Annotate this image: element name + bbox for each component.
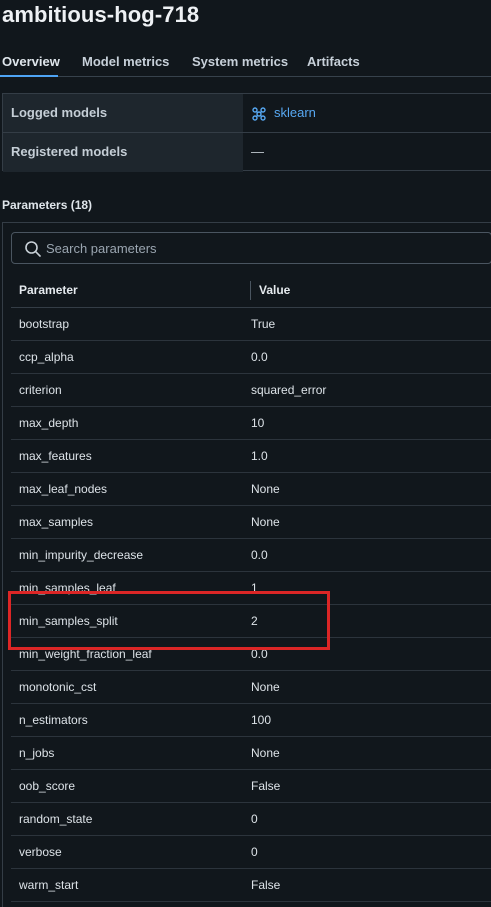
param-name: ccp_alpha (19, 350, 74, 364)
logged-model-name: sklearn (274, 105, 316, 120)
param-value: None (251, 746, 280, 760)
table-row: verbose 0 (11, 836, 491, 869)
table-row: ccp_alpha 0.0 (11, 341, 491, 374)
table-row: warm_start False (11, 869, 491, 902)
param-name: max_leaf_nodes (19, 482, 108, 496)
model-flavor-icon (252, 107, 266, 121)
param-value: 2 (251, 614, 258, 628)
active-tab-indicator (0, 75, 58, 77)
logged-models-label: Logged models (3, 94, 243, 132)
param-name: max_samples (19, 515, 94, 529)
column-header-parameter[interactable]: Parameter (19, 273, 78, 308)
logged-models-row: Logged models sklearn (3, 94, 491, 133)
tab-system-metrics[interactable]: System metrics (192, 54, 288, 69)
param-value: True (251, 317, 276, 331)
table-row: max_leaf_nodes None (11, 473, 491, 506)
param-name: verbose (19, 845, 62, 859)
param-value: None (251, 515, 280, 529)
param-name: warm_start (19, 878, 79, 892)
param-value: 100 (251, 713, 272, 727)
param-name: min_impurity_decrease (19, 548, 144, 562)
registered-models-label: Registered models (3, 133, 243, 172)
table-row: bootstrap True (11, 308, 491, 341)
table-header-row: Parameter Value (11, 273, 491, 308)
param-name: random_state (19, 812, 93, 826)
logged-models-value: sklearn (251, 94, 316, 132)
table-row: min_impurity_decrease 0.0 (11, 539, 491, 572)
parameter-search-input[interactable] (46, 233, 486, 263)
search-icon (25, 241, 41, 257)
tab-overview[interactable]: Overview (2, 54, 60, 69)
parameters-heading: Parameters (18) (2, 198, 93, 212)
table-row: n_estimators 100 (11, 704, 491, 737)
table-row: n_jobs None (11, 737, 491, 770)
parameters-table: Parameter Value bootstrap True ccp_alpha 0.… (11, 273, 491, 902)
column-header-value[interactable]: Value (259, 273, 290, 308)
table-row: random_state 0 (11, 803, 491, 836)
param-value: 0 (251, 845, 258, 859)
param-name: max_features (19, 449, 92, 463)
param-name: n_jobs (19, 746, 55, 760)
registered-models-value: — (251, 144, 264, 159)
param-value: squared_error (251, 383, 327, 397)
run-info-table: Logged models sklearn Registered models (2, 93, 491, 172)
param-name: max_depth (19, 416, 79, 430)
param-value: 0.0 (251, 350, 268, 364)
tab-artifacts[interactable]: Artifacts (307, 54, 360, 69)
param-value: False (251, 878, 281, 892)
registered-models-row: Registered models — (3, 133, 491, 172)
param-name: monotonic_cst (19, 680, 97, 694)
parameter-search-box (11, 232, 491, 264)
param-value: 0 (251, 812, 258, 826)
param-name: min_samples_leaf (19, 581, 116, 595)
param-name: n_estimators (19, 713, 88, 727)
table-row: criterion squared_error (11, 374, 491, 407)
table-row: max_samples None (11, 506, 491, 539)
param-name: min_weight_fraction_leaf (19, 647, 152, 661)
param-value: False (251, 779, 281, 793)
param-value: 0.0 (251, 647, 268, 661)
logged-model-link[interactable]: sklearn (251, 94, 316, 132)
param-name: min_samples_split (19, 614, 118, 628)
table-row: oob_score False (11, 770, 491, 803)
column-resize-handle[interactable] (250, 281, 251, 300)
parameters-panel: Parameter Value bootstrap True ccp_alpha 0.… (2, 222, 491, 907)
table-row: min_samples_leaf 1 (11, 572, 491, 605)
param-value: 1 (251, 581, 258, 595)
table-body: bootstrap True ccp_alpha 0.0 criterion square… (11, 308, 491, 902)
table-row: monotonic_cst None (11, 671, 491, 704)
param-name: bootstrap (19, 317, 70, 331)
param-value: None (251, 482, 280, 496)
table-row: max_depth 10 (11, 407, 491, 440)
table-row: max_features 1.0 (11, 440, 491, 473)
param-value: None (251, 680, 280, 694)
table-row: min_weight_fraction_leaf 0.0 (11, 638, 491, 671)
param-value: 1.0 (251, 449, 268, 463)
param-value: 10 (251, 416, 265, 430)
page-title: ambitious-hog-718 (2, 2, 200, 27)
table-row: min_samples_split 2 (11, 605, 491, 638)
param-value: 0.0 (251, 548, 268, 562)
param-name: criterion (19, 383, 62, 397)
tab-model-metrics[interactable]: Model metrics (82, 54, 169, 69)
tab-bar: Overview Model metrics System metrics Ar… (0, 46, 491, 77)
param-name: oob_score (19, 779, 76, 793)
